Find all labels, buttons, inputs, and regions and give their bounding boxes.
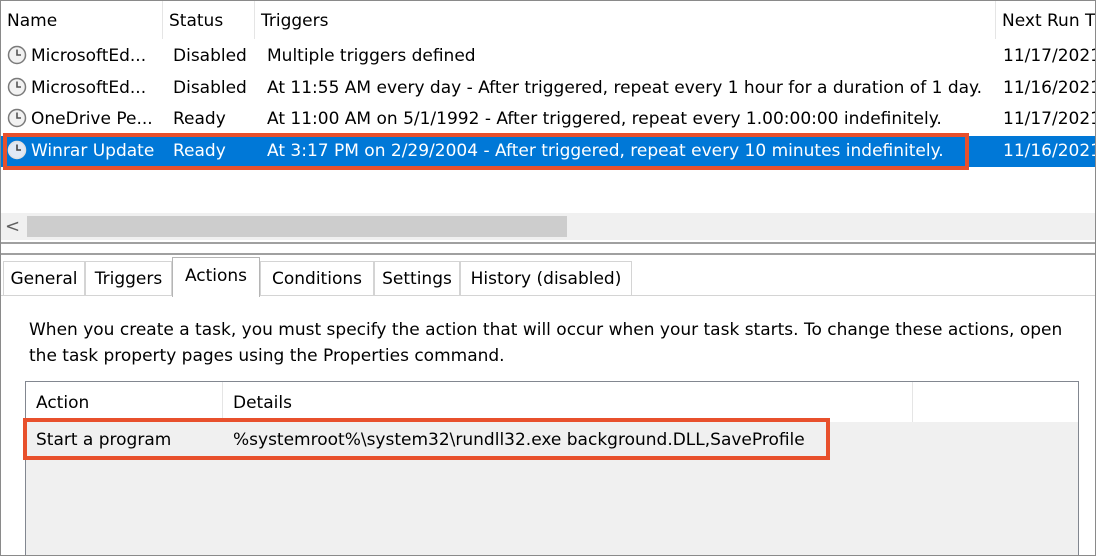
scroll-left-arrow[interactable]: < — [5, 213, 20, 240]
task-row-selected[interactable]: Winrar Update Ready At 3:17 PM on 2/29/2… — [1, 136, 1095, 167]
task-name: OneDrive Pe... — [31, 109, 153, 129]
action-details: %systemroot%\system32\rundll32.exe backg… — [233, 430, 805, 450]
task-triggers: At 11:00 AM on 5/1/1992 - After triggere… — [267, 109, 942, 129]
task-next-run: 11/17/2021 — [1003, 46, 1095, 66]
actions-table: Action Details Start a program %systemro… — [25, 381, 1079, 555]
task-status: Ready — [173, 141, 226, 161]
task-name-cell: Winrar Update — [1, 136, 163, 167]
column-header-name[interactable]: Name — [1, 1, 163, 39]
task-name: MicrosoftEd... — [31, 46, 147, 66]
clock-icon — [7, 77, 27, 96]
tab-settings[interactable]: Settings — [374, 261, 460, 295]
column-header-next-run[interactable]: Next Run T — [996, 1, 1095, 39]
task-tabs: General Triggers Actions Conditions Sett… — [1, 257, 1095, 297]
task-name-cell: OneDrive Pe... — [1, 104, 163, 135]
task-row[interactable]: MicrosoftEd... Disabled Multiple trigger… — [1, 41, 1095, 72]
task-scheduler-window: Name Status Triggers Next Run T Microsof… — [0, 0, 1096, 556]
task-triggers: At 11:55 AM every day - After triggered,… — [267, 78, 983, 98]
clock-icon — [7, 140, 27, 159]
task-list-header: Name Status Triggers Next Run T — [1, 1, 1095, 39]
column-header-triggers[interactable]: Triggers — [255, 1, 996, 39]
tab-history[interactable]: History (disabled) — [460, 261, 632, 295]
task-status: Disabled — [173, 46, 247, 66]
clock-icon — [7, 108, 27, 127]
column-header-empty — [913, 382, 1078, 422]
scrollbar-thumb[interactable] — [27, 216, 567, 237]
task-next-run: 11/16/2021 — [1003, 78, 1095, 98]
task-name-cell: MicrosoftEd... — [1, 41, 163, 72]
task-list: Name Status Triggers Next Run T Microsof… — [1, 1, 1095, 241]
task-row[interactable]: OneDrive Pe... Ready At 11:00 AM on 5/1/… — [1, 104, 1095, 135]
horizontal-scrollbar[interactable]: < — [1, 213, 1095, 240]
tab-actions[interactable]: Actions — [172, 257, 260, 297]
actions-description: When you create a task, you must specify… — [29, 320, 1063, 366]
tab-general[interactable]: General — [3, 261, 85, 295]
tab-triggers[interactable]: Triggers — [85, 261, 172, 295]
task-next-run: 11/17/2021 — [1003, 109, 1095, 129]
clock-icon — [7, 45, 27, 64]
task-next-run: 11/16/2021 — [1003, 141, 1095, 161]
task-name-cell: MicrosoftEd... — [1, 73, 163, 104]
task-status: Ready — [173, 109, 226, 129]
action-type: Start a program — [36, 430, 172, 450]
task-triggers: At 3:17 PM on 2/29/2004 - After triggere… — [267, 141, 944, 161]
actions-table-header: Action Details — [26, 382, 1078, 422]
action-row[interactable]: Start a program %systemroot%\system32\ru… — [26, 422, 1078, 458]
task-triggers: Multiple triggers defined — [267, 46, 476, 66]
column-header-action[interactable]: Action — [26, 382, 223, 422]
task-row[interactable]: MicrosoftEd... Disabled At 11:55 AM ever… — [1, 73, 1095, 104]
tab-conditions[interactable]: Conditions — [260, 261, 374, 295]
task-name: MicrosoftEd... — [31, 78, 147, 98]
column-header-status[interactable]: Status — [163, 1, 255, 39]
pane-splitter[interactable] — [1, 241, 1095, 255]
task-status: Disabled — [173, 78, 247, 98]
column-header-details[interactable]: Details — [223, 382, 913, 422]
task-name: Winrar Update — [31, 141, 155, 161]
